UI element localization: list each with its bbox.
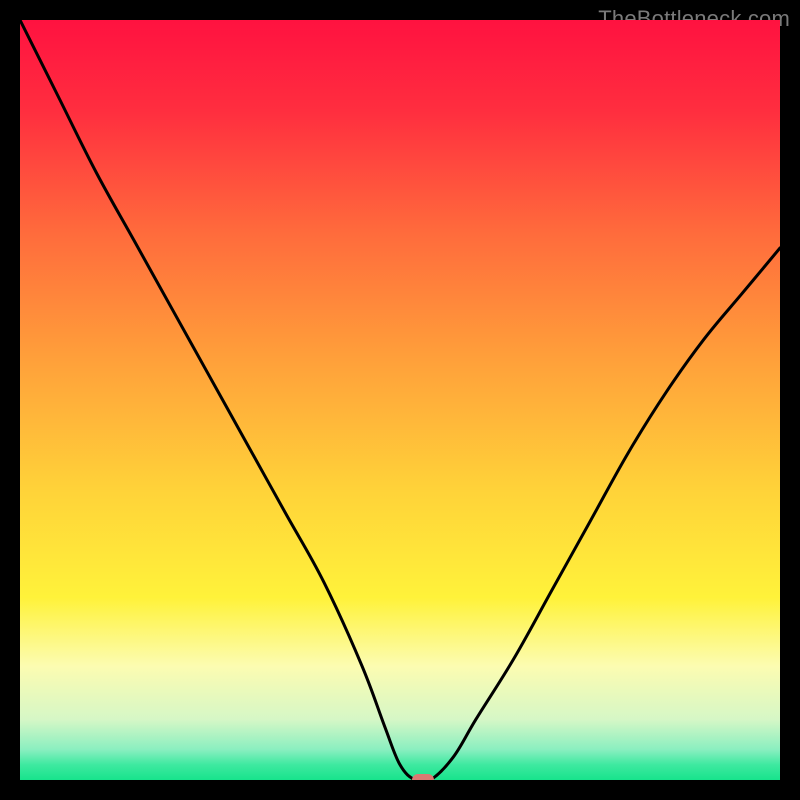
- optimal-marker: [412, 774, 434, 780]
- chart-frame: TheBottleneck.com: [0, 0, 800, 800]
- bottleneck-curve: [20, 20, 780, 780]
- plot-area: [20, 20, 780, 780]
